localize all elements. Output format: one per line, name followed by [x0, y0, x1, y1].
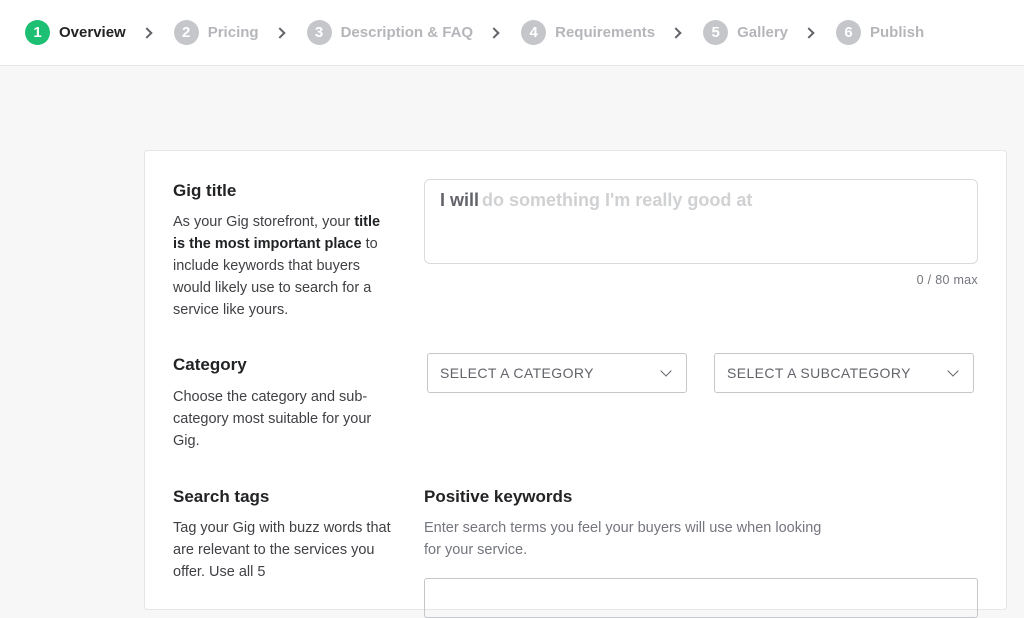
positive-keywords-heading: Positive keywords — [424, 487, 573, 506]
step-label: Overview — [59, 24, 126, 41]
gig-title-description: As your Gig storefront, your title is th… — [173, 211, 395, 321]
step-overview[interactable]: 1 Overview — [25, 20, 126, 45]
step-description-faq[interactable]: 3 Description & FAQ — [306, 20, 474, 45]
step-label: Pricing — [207, 24, 259, 41]
step-number: 2 — [173, 20, 199, 45]
step-label: Publish — [870, 24, 925, 41]
step-gallery[interactable]: 5 Gallery — [703, 20, 788, 45]
gig-overview-form: Gig title As your Gig storefront, your t… — [144, 150, 1007, 618]
step-label: Requirements — [555, 24, 656, 41]
category-select-label: SELECT A CATEGORY — [440, 365, 594, 381]
category-heading: Category — [173, 355, 247, 374]
gig-title-heading: Gig title — [173, 181, 237, 200]
step-number: 5 — [703, 20, 729, 45]
progress-stepper: 1 Overview 2 Pricing 3 Description & FAQ… — [0, 0, 1024, 66]
positive-keywords-description: Enter search terms you feel your buyers … — [424, 520, 822, 558]
gig-title-desc-part1: As your Gig storefront, your — [173, 214, 355, 230]
step-label: Description & FAQ — [340, 24, 474, 41]
step-pricing[interactable]: 2 Pricing — [173, 20, 259, 45]
chevron-right-icon — [670, 26, 682, 39]
chevron-right-icon — [273, 26, 286, 39]
positive-keywords-input[interactable] — [424, 578, 978, 618]
title-prefix: I will — [440, 190, 480, 210]
search-tags-heading: Search tags — [173, 487, 270, 506]
step-requirements[interactable]: 4 Requirements — [521, 20, 655, 45]
chevron-down-icon — [947, 365, 959, 377]
gig-title-input[interactable]: I will do something I'm really good at — [424, 179, 978, 264]
step-number: 4 — [521, 20, 547, 45]
step-number: 6 — [836, 20, 862, 45]
subcategory-select-label: SELECT A SUBCATEGORY — [727, 365, 911, 381]
step-label: Gallery — [737, 24, 789, 41]
step-number: 1 — [25, 20, 50, 45]
chevron-right-icon — [488, 26, 500, 39]
step-number: 3 — [306, 20, 332, 45]
category-select[interactable]: SELECT A CATEGORY — [427, 353, 687, 393]
chevron-right-icon — [803, 26, 815, 39]
title-placeholder: do something I'm really good at — [482, 190, 753, 210]
chevron-down-icon — [660, 365, 672, 377]
step-publish[interactable]: 6 Publish — [836, 20, 924, 45]
search-tags-description: Tag your Gig with buzz words that are re… — [173, 520, 391, 580]
chevron-right-icon — [141, 26, 153, 39]
character-counter: 0 / 80 max — [916, 273, 978, 287]
subcategory-select[interactable]: SELECT A SUBCATEGORY — [714, 353, 974, 393]
category-description: Choose the category and sub-category mos… — [173, 389, 372, 449]
